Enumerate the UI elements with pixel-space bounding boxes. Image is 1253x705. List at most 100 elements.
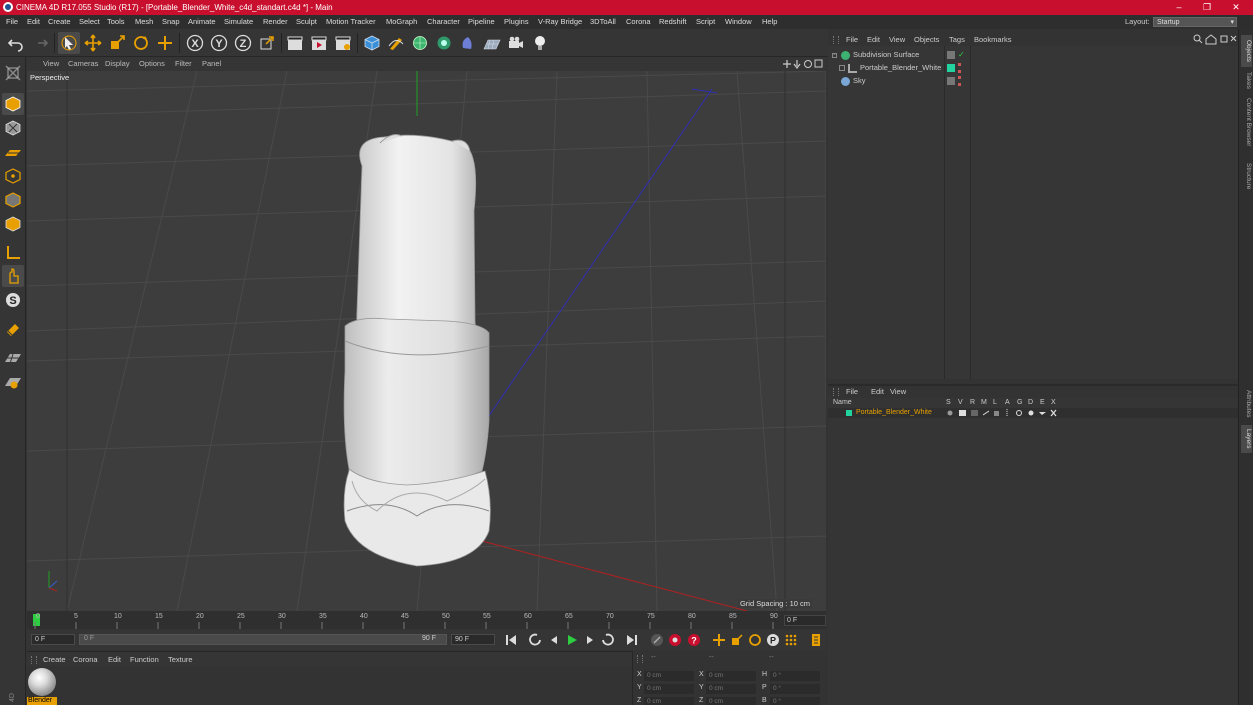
material-menu-function[interactable]: Function	[130, 652, 159, 667]
axis-mode-button[interactable]	[2, 242, 24, 264]
layer-color-swatch[interactable]	[846, 410, 852, 416]
key-position-button[interactable]	[711, 632, 727, 648]
menu-snap[interactable]: Snap	[162, 15, 180, 29]
layer-tag-icon[interactable]	[947, 51, 955, 59]
object-menu-objects[interactable]: Objects	[914, 33, 939, 46]
undo-button[interactable]	[5, 32, 27, 54]
play-button[interactable]	[564, 632, 580, 648]
object-name[interactable]: Portable_Blender_White	[860, 63, 941, 72]
subdivision-button[interactable]	[409, 32, 431, 54]
object-row[interactable]: Sky	[828, 75, 1238, 88]
z-axis-lock-button[interactable]: Z	[232, 32, 254, 54]
minimize-button[interactable]: –	[1164, 0, 1194, 15]
viewport-menu-cameras[interactable]: Cameras	[68, 57, 98, 71]
render-view-button[interactable]	[284, 32, 306, 54]
pen-spline-button[interactable]	[385, 32, 407, 54]
start-frame-field[interactable]: 0 F	[31, 634, 75, 645]
material-menu-texture[interactable]: Texture	[168, 652, 193, 667]
coordinate-system-button[interactable]	[256, 32, 278, 54]
collapse-icon[interactable]: -	[832, 53, 837, 58]
size-y-field[interactable]: 0 cm	[706, 684, 756, 694]
position-z-field[interactable]: 0 cm	[644, 697, 694, 705]
viewport-nav-icons[interactable]	[783, 59, 823, 69]
material-menu-edit[interactable]: Edit	[108, 652, 121, 667]
layer-toggle-icons[interactable]	[946, 409, 1061, 417]
material-menu-corona[interactable]: Corona	[73, 652, 98, 667]
layer-menu-edit[interactable]: Edit	[871, 386, 884, 398]
object-menu-file[interactable]: File	[846, 33, 858, 46]
menu-animate[interactable]: Animate	[188, 15, 216, 29]
texture-mode-button[interactable]	[2, 117, 24, 139]
tab-takes[interactable]: Takes	[1241, 69, 1252, 91]
grid-snap-button[interactable]	[2, 347, 24, 369]
record-active-button[interactable]	[649, 632, 665, 648]
go-to-start-button[interactable]	[503, 632, 519, 648]
layout-select[interactable]: Startup ▾	[1153, 17, 1237, 27]
menu-file[interactable]: File	[6, 15, 18, 29]
menu-help[interactable]: Help	[762, 15, 777, 29]
rotation-h-field[interactable]: 0 °	[770, 671, 820, 681]
material-name[interactable]: Blender	[27, 697, 57, 705]
tab-structure[interactable]: Structure	[1241, 157, 1252, 195]
floor-button[interactable]	[481, 32, 503, 54]
menu-vray-bridge[interactable]: V-Ray Bridge	[538, 15, 582, 29]
object-name[interactable]: Subdivision Surface	[853, 50, 919, 59]
viewport-menu-filter[interactable]: Filter	[175, 57, 192, 71]
tweak-mode-button[interactable]	[2, 265, 24, 287]
menu-sculpt[interactable]: Sculpt	[296, 15, 317, 29]
menu-motion-tracker[interactable]: Motion Tracker	[326, 15, 376, 29]
key-pla-button[interactable]	[783, 632, 799, 648]
layer-tag-icon[interactable]	[947, 64, 955, 72]
menu-mesh[interactable]: Mesh	[135, 15, 153, 29]
layer-menu-file[interactable]: File	[846, 386, 858, 398]
key-scale-button[interactable]	[729, 632, 745, 648]
layer-menu-view[interactable]: View	[890, 386, 906, 398]
viewport-menu-view[interactable]: View	[43, 57, 59, 71]
menu-simulate[interactable]: Simulate	[224, 15, 253, 29]
menu-script[interactable]: Script	[696, 15, 715, 29]
object-menu-tags[interactable]: Tags	[949, 33, 965, 46]
camera-button[interactable]	[505, 32, 527, 54]
redo-button[interactable]	[29, 32, 51, 54]
object-name[interactable]: Sky	[853, 76, 866, 85]
menu-redshift[interactable]: Redshift	[659, 15, 687, 29]
menu-edit[interactable]: Edit	[27, 15, 40, 29]
autokey-button[interactable]	[667, 632, 683, 648]
expand-icon[interactable]	[839, 65, 845, 71]
material-menu-create[interactable]: Create	[43, 652, 66, 667]
key-rotation-button[interactable]	[747, 632, 763, 648]
snap-button[interactable]	[2, 319, 24, 341]
layer-tag-icon[interactable]	[947, 77, 955, 85]
points-mode-button[interactable]	[2, 165, 24, 187]
size-x-field[interactable]: 0 cm	[706, 671, 756, 681]
timeline-ruler[interactable]: 0 5 10 15 20 25 30 35 40 45 50 55 60 65 …	[27, 611, 826, 629]
close-button[interactable]: ✕	[1221, 0, 1251, 15]
menu-3dtoall[interactable]: 3DToAll	[590, 15, 616, 29]
end-frame-field[interactable]: 90 F	[451, 634, 495, 645]
edges-mode-button[interactable]	[2, 189, 24, 211]
restore-button[interactable]: ❐	[1192, 0, 1222, 15]
next-key-button[interactable]	[600, 632, 616, 648]
key-parameter-button[interactable]: P	[765, 632, 781, 648]
menu-character[interactable]: Character	[427, 15, 460, 29]
material-swatch[interactable]	[28, 668, 56, 696]
visibility-dots-icon[interactable]	[958, 63, 961, 73]
3d-viewport[interactable]: Perspective Grid Spacing : 10 cm	[27, 71, 826, 611]
keyframe-selection-button[interactable]: ?	[686, 632, 702, 648]
menu-select[interactable]: Select	[79, 15, 100, 29]
checkmark-icon[interactable]: ✓	[958, 50, 965, 59]
menu-plugins[interactable]: Plugins	[504, 15, 529, 29]
layer-name[interactable]: Portable_Blender_White	[856, 409, 932, 416]
scale-tool-button[interactable]	[106, 32, 128, 54]
current-frame-field[interactable]: 0 F	[784, 615, 826, 626]
y-axis-lock-button[interactable]: Y	[208, 32, 230, 54]
viewport-menu-options[interactable]: Options	[139, 57, 165, 71]
menu-corona[interactable]: Corona	[626, 15, 651, 29]
viewport-menu-panel[interactable]: Panel	[202, 57, 221, 71]
deformer-button[interactable]	[457, 32, 479, 54]
quantize-button[interactable]	[2, 371, 24, 393]
visibility-dots-icon[interactable]	[958, 76, 961, 86]
object-manager-tools[interactable]	[1192, 33, 1238, 45]
position-y-field[interactable]: 0 cm	[644, 684, 694, 694]
object-menu-view[interactable]: View	[889, 33, 905, 46]
